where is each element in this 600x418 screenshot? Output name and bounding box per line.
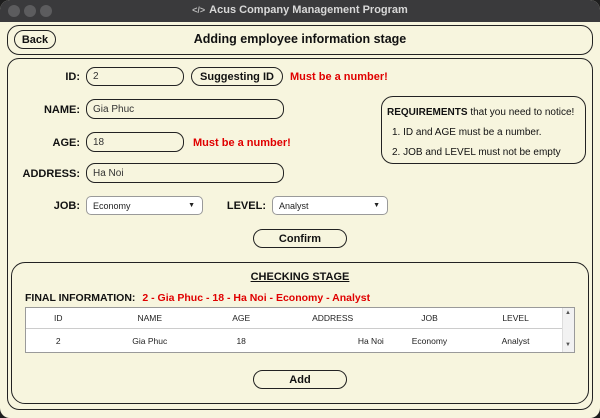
table-cell: Ha Noi bbox=[357, 336, 384, 346]
level-select[interactable]: Analyst ▼ bbox=[272, 196, 388, 215]
id-error: Must be a number! bbox=[290, 71, 388, 83]
id-label: ID: bbox=[65, 71, 80, 83]
chevron-down-icon: ▼ bbox=[188, 202, 195, 209]
job-label: JOB: bbox=[53, 200, 80, 212]
app-icon: </> bbox=[192, 5, 206, 15]
suggest-id-button[interactable]: Suggesting ID bbox=[191, 67, 283, 86]
job-select[interactable]: Economy ▼ bbox=[86, 196, 203, 215]
window-title: </> Acus Company Management Program bbox=[192, 4, 408, 16]
table-cell: 2 bbox=[55, 336, 61, 346]
table-header-row: ID NAME AGE ADDRESS JOB LEVEL bbox=[26, 308, 564, 329]
scroll-up-icon[interactable]: ▲ bbox=[565, 310, 571, 316]
column-header[interactable]: JOB bbox=[391, 308, 468, 329]
table-cell: Gia Phuc bbox=[132, 336, 168, 346]
chevron-down-icon: ▼ bbox=[373, 202, 380, 209]
column-header[interactable]: NAME bbox=[90, 308, 209, 329]
column-header[interactable]: ID bbox=[26, 308, 91, 329]
title-bar: </> Acus Company Management Program bbox=[0, 0, 600, 22]
requirements-heading: REQUIREMENTS that you need to notice! bbox=[387, 107, 575, 118]
scroll-down-icon[interactable]: ▼ bbox=[565, 342, 571, 348]
column-header[interactable]: AGE bbox=[208, 308, 274, 329]
add-button[interactable]: Add bbox=[253, 370, 347, 389]
age-error: Must be a number! bbox=[193, 137, 291, 149]
table-row[interactable]: 2 Gia Phuc 18 Ha Noi Economy Analyst bbox=[26, 329, 564, 353]
page-title: Adding employee information stage bbox=[193, 32, 407, 46]
name-field[interactable]: Gia Phuc bbox=[86, 99, 284, 119]
requirement-item: 2. JOB and LEVEL must not be empty bbox=[392, 147, 561, 158]
requirement-item: 1. ID and AGE must be a number. bbox=[392, 127, 542, 138]
table-cell: Economy bbox=[411, 336, 448, 346]
id-field[interactable]: 2 bbox=[86, 67, 184, 86]
level-label: LEVEL: bbox=[226, 200, 266, 212]
level-select-value: Analyst bbox=[279, 200, 309, 211]
confirm-button[interactable]: Confirm bbox=[253, 229, 347, 248]
table-scrollbar[interactable]: ▲ ▼ bbox=[562, 308, 574, 352]
job-select-value: Economy bbox=[93, 200, 131, 211]
header-panel: Back Adding employee information stage bbox=[7, 25, 593, 55]
table-cell: Analyst bbox=[501, 336, 530, 346]
address-label: ADDRESS: bbox=[22, 168, 80, 180]
final-information: FINAL INFORMATION: 2 - Gia Phuc - 18 - H… bbox=[25, 292, 371, 304]
address-field[interactable]: Ha Noi bbox=[86, 163, 284, 183]
age-label: AGE: bbox=[52, 137, 81, 149]
app-window: </> Acus Company Management Program Back … bbox=[0, 0, 600, 418]
employee-table[interactable]: ID NAME AGE ADDRESS JOB LEVEL 2 Gia Phuc… bbox=[25, 307, 575, 353]
checking-title: CHECKING STAGE bbox=[250, 271, 350, 283]
table-cell: 18 bbox=[236, 336, 246, 346]
column-header[interactable]: ADDRESS bbox=[273, 308, 392, 329]
age-field[interactable]: 18 bbox=[86, 132, 184, 152]
column-header[interactable]: LEVEL bbox=[467, 308, 564, 329]
name-label: NAME: bbox=[43, 104, 80, 116]
requirements-box: REQUIREMENTS that you need to notice! 1.… bbox=[381, 96, 586, 164]
